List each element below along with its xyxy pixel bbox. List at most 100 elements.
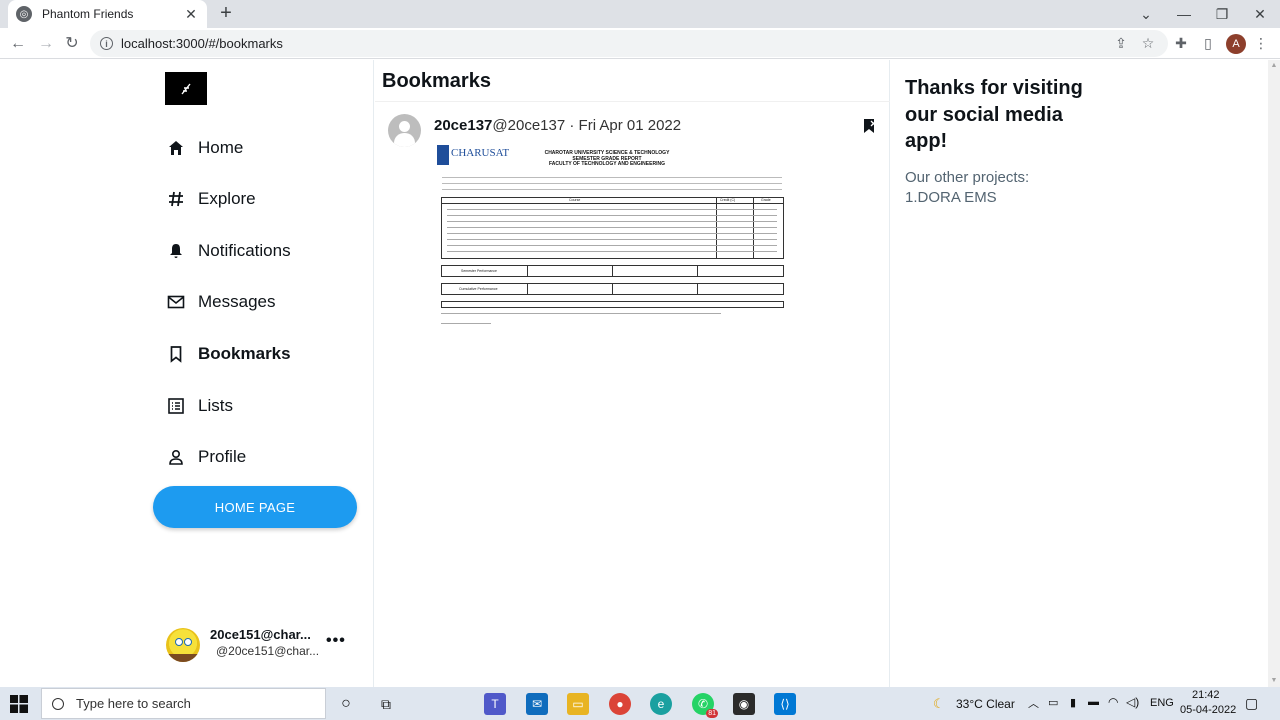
- file-explorer-icon[interactable]: ▭: [567, 693, 589, 715]
- user-handle: @20ce151@char...: [216, 644, 320, 658]
- notification-center-icon[interactable]: ▢: [1245, 695, 1258, 712]
- nav-explore[interactable]: Explore: [166, 186, 256, 212]
- col-grade: Grade: [761, 198, 771, 202]
- close-window-button[interactable]: ✕: [1242, 0, 1278, 28]
- more-icon[interactable]: •••: [326, 632, 346, 650]
- nav-lists[interactable]: Lists: [166, 393, 233, 419]
- whatsapp-badge: 81: [706, 709, 718, 718]
- semester-performance-label: Semester Performance: [461, 269, 497, 273]
- user-avatar: [166, 628, 200, 662]
- projects-label: Our other projects:: [905, 169, 1030, 186]
- right-panel: Thanks for visiting our social media app…: [891, 60, 1268, 687]
- nav-home[interactable]: Home: [166, 135, 243, 161]
- moon-icon: ☾: [933, 696, 945, 711]
- obs-icon[interactable]: ◉: [733, 693, 755, 715]
- search-icon: [52, 697, 64, 710]
- scroll-up-icon[interactable]: ▲: [1270, 62, 1278, 70]
- back-icon[interactable]: ←: [8, 34, 28, 54]
- language-indicator[interactable]: ENG: [1150, 697, 1174, 709]
- maximize-button[interactable]: ❐: [1204, 0, 1240, 28]
- edge-icon[interactable]: e: [650, 693, 672, 715]
- battery-icon[interactable]: ▬: [1088, 696, 1099, 708]
- charusat-logo: CHARUSAT: [437, 145, 509, 165]
- person-icon: [166, 447, 186, 467]
- side-panel-icon[interactable]: ▯: [1199, 34, 1217, 52]
- browser-toolbar: ← → ↻ i localhost:3000/#/bookmarks ⇪ ☆ ✚…: [0, 28, 1280, 59]
- post-header: 20ce137@20ce137 · Fri Apr 01 2022: [434, 117, 681, 134]
- star-icon[interactable]: ☆: [1139, 34, 1157, 52]
- vscode-icon[interactable]: ⟨⟩: [774, 693, 796, 715]
- close-tab-icon[interactable]: ✕: [183, 6, 199, 23]
- network-icon[interactable]: ▭: [1048, 696, 1058, 709]
- user-name: 20ce151@char...: [210, 627, 311, 642]
- nav-messages-label: Messages: [198, 292, 276, 311]
- share-icon[interactable]: ⇪: [1112, 34, 1130, 52]
- nav-profile[interactable]: Profile: [166, 444, 246, 470]
- address-bar[interactable]: i localhost:3000/#/bookmarks: [90, 30, 1168, 57]
- remove-bookmark-icon[interactable]: [863, 118, 877, 134]
- bookmark-icon: [166, 344, 186, 364]
- reload-icon[interactable]: ↻: [62, 34, 82, 54]
- browser-tab-bar: ◎ Phantom Friends ✕ + ⌄ — ❐ ✕: [0, 0, 1280, 28]
- project-link[interactable]: 1.DORA EMS: [905, 188, 1029, 208]
- nav-profile-label: Profile: [198, 447, 247, 466]
- microphone-icon[interactable]: ▮: [1070, 696, 1076, 709]
- nav-messages[interactable]: Messages: [166, 289, 275, 315]
- post-image-grade-report[interactable]: CHARUSAT CHAROTAR UNIVERSITY SCIENCE & T…: [437, 143, 787, 329]
- page-scrollbar[interactable]: ▲ ▼: [1268, 60, 1280, 687]
- post-date: Fri Apr 01 2022: [578, 117, 682, 134]
- page-header: Bookmarks: [375, 60, 890, 102]
- col-course: Course: [569, 198, 581, 202]
- report-heading: CHAROTAR UNIVERSITY SCIENCE & TECHNOLOGY…: [544, 150, 670, 167]
- post-author-avatar[interactable]: [388, 114, 421, 147]
- clock-time[interactable]: 21:42: [1192, 689, 1220, 701]
- post-separator: ·: [565, 117, 579, 134]
- browser-tab[interactable]: ◎ Phantom Friends ✕: [8, 0, 207, 28]
- nav-lists-label: Lists: [198, 396, 233, 415]
- mail-icon: [166, 292, 186, 312]
- new-tab-button[interactable]: +: [216, 3, 236, 23]
- welcome-heading: Thanks for visiting our social media app…: [905, 77, 1083, 152]
- home-icon: [166, 138, 186, 158]
- browser-profile-avatar[interactable]: A: [1226, 34, 1246, 54]
- extensions-icon[interactable]: ✚: [1172, 34, 1190, 52]
- nav-bookmarks-label: Bookmarks: [198, 344, 291, 363]
- course-table: [441, 197, 784, 259]
- projects-section: Our other projects: 1.DORA EMS: [905, 168, 1029, 208]
- page-title: Bookmarks: [382, 70, 491, 92]
- taskbar-search-placeholder: Type here to search: [76, 696, 191, 711]
- weather-text[interactable]: 33°C Clear: [956, 697, 1015, 711]
- task-view-icon[interactable]: ⧉: [375, 693, 397, 715]
- feather-icon: [181, 83, 191, 94]
- windows-start-icon[interactable]: [10, 695, 28, 713]
- post-author-name[interactable]: 20ce137: [434, 117, 492, 134]
- menu-icon[interactable]: ⋮: [1252, 34, 1270, 52]
- nav-bookmarks[interactable]: Bookmarks: [166, 341, 291, 367]
- scroll-down-icon[interactable]: ▼: [1270, 677, 1278, 685]
- nav-explore-label: Explore: [198, 189, 256, 208]
- teams-icon[interactable]: T: [484, 693, 506, 715]
- home-page-button[interactable]: HOME PAGE: [153, 486, 357, 528]
- taskbar-search[interactable]: Type here to search: [41, 688, 326, 719]
- nav-notifications[interactable]: Notifications: [166, 238, 291, 264]
- hash-icon: [166, 189, 186, 209]
- account-switcher[interactable]: 20ce151@char... @20ce151@char... •••: [166, 626, 356, 664]
- tab-search-icon[interactable]: ⌄: [1128, 0, 1164, 28]
- clock-date[interactable]: 05-04-2022: [1180, 704, 1236, 716]
- address-url[interactable]: localhost:3000/#/bookmarks: [121, 36, 283, 51]
- nav-notifications-label: Notifications: [198, 241, 291, 260]
- nav-home-label: Home: [198, 138, 244, 157]
- mail-app-icon[interactable]: ✉: [526, 693, 548, 715]
- minimize-button[interactable]: —: [1166, 0, 1202, 28]
- forward-icon[interactable]: →: [36, 34, 56, 54]
- cumulative-performance-label: Cumulative Performance: [459, 287, 498, 291]
- volume-icon[interactable]: ◁): [1126, 695, 1139, 709]
- whatsapp-icon[interactable]: ✆ 81: [692, 693, 718, 718]
- show-hidden-icons-icon[interactable]: ︿: [1028, 695, 1039, 711]
- info-icon[interactable]: i: [100, 37, 113, 50]
- chrome-icon[interactable]: ●: [609, 693, 631, 715]
- app-logo[interactable]: [165, 72, 207, 105]
- cortana-icon[interactable]: ○: [335, 693, 357, 715]
- wifi-icon[interactable]: ◠: [1108, 695, 1118, 709]
- post-author-handle: @20ce137: [492, 117, 566, 134]
